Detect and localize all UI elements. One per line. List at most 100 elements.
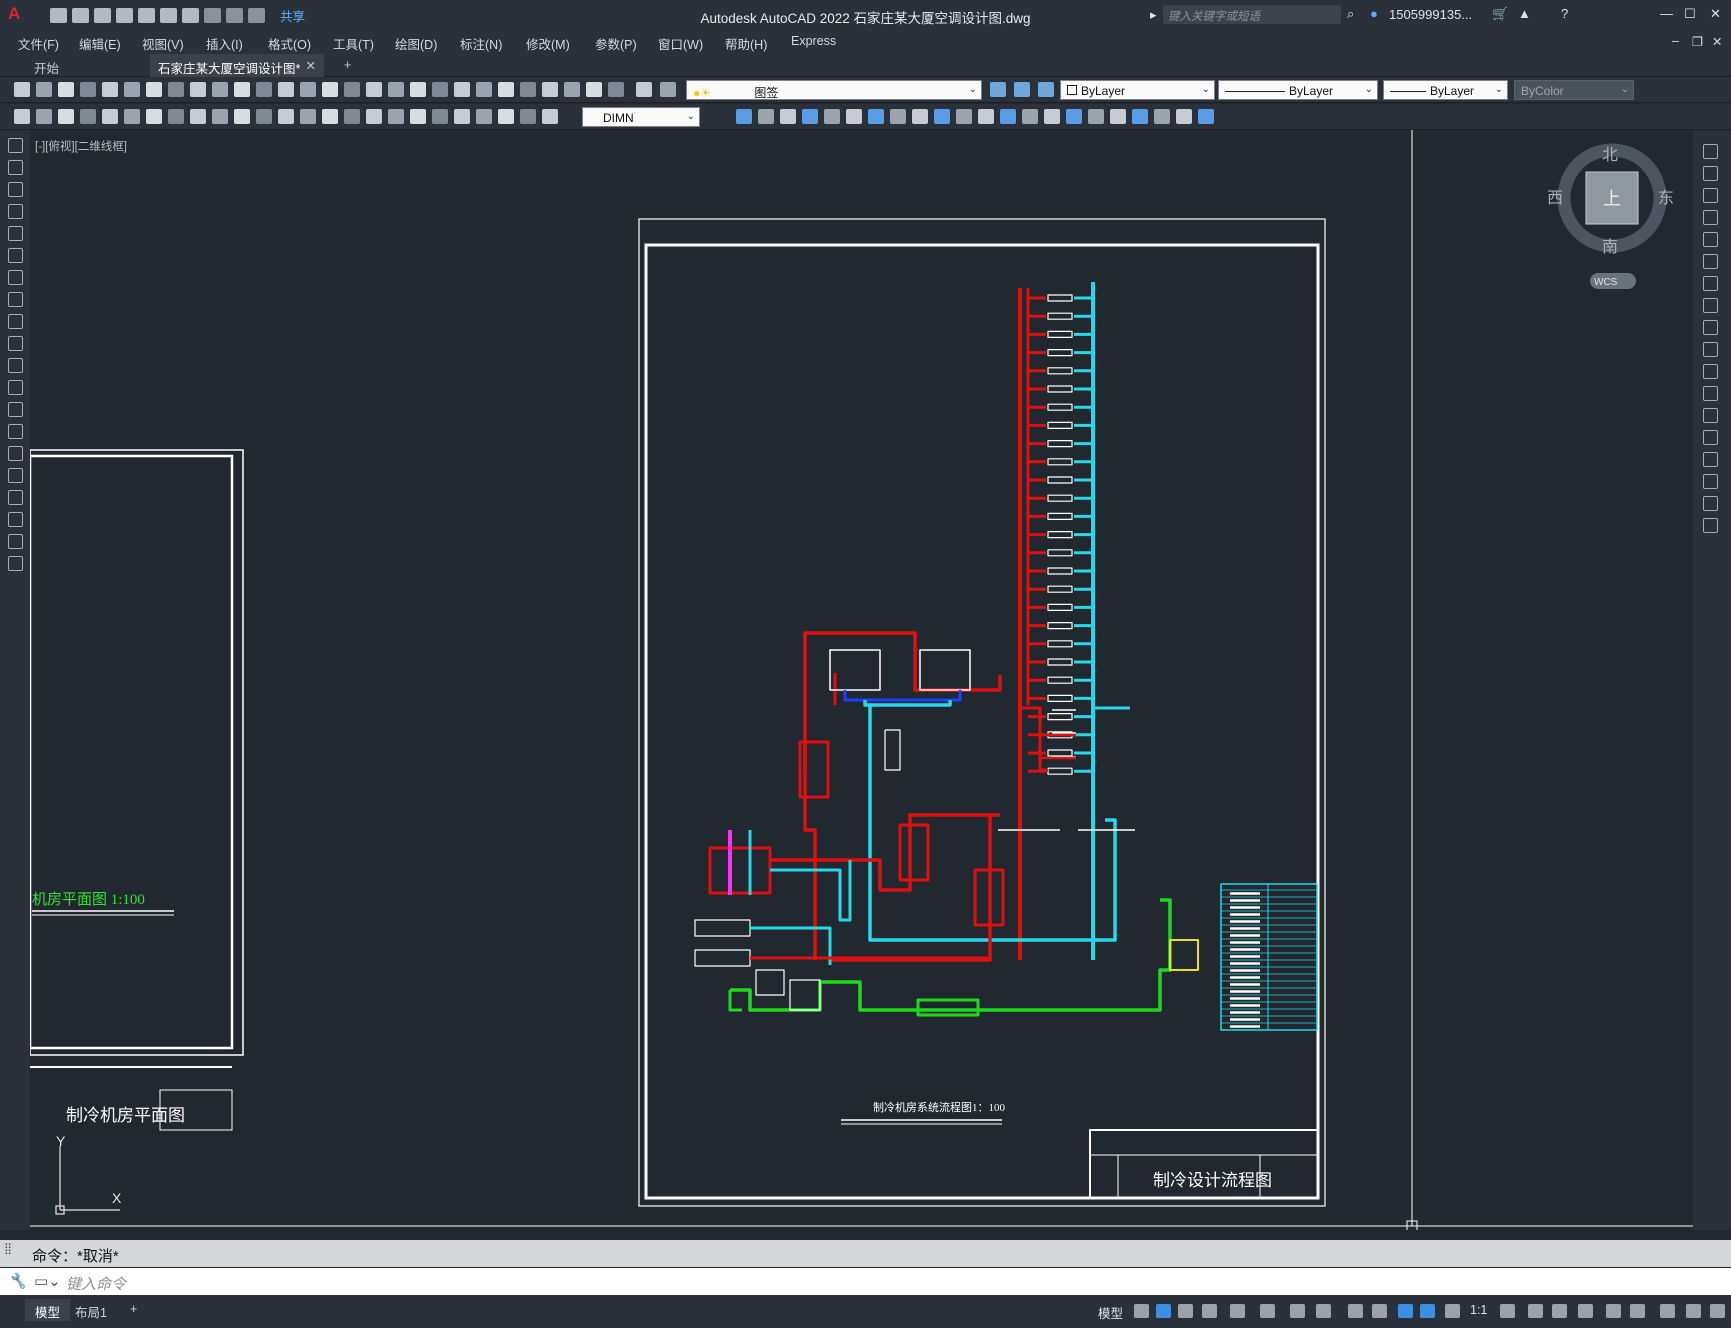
- command-input[interactable]: 键入命令: [66, 1273, 126, 1294]
- pan-icon[interactable]: [300, 82, 316, 97]
- attach-icon[interactable]: [1176, 109, 1192, 124]
- extend-icon[interactable]: [1703, 364, 1718, 379]
- doc-minimize-button[interactable]: –: [1672, 34, 1679, 48]
- menu-edit[interactable]: 编辑(E): [79, 34, 121, 53]
- offset-icon[interactable]: [1703, 210, 1718, 225]
- bring-above-icon[interactable]: [780, 109, 796, 124]
- copy-icon[interactable]: [168, 82, 184, 97]
- close-window-button[interactable]: ✕: [1710, 6, 1721, 22]
- fillet-icon[interactable]: [1703, 474, 1718, 489]
- drawing-canvas[interactable]: [-][俯视][二维线框] 机房平面图 1:100 制冷机房平面图 Y X 制冷…: [30, 130, 1693, 1230]
- customize-icon[interactable]: [1710, 1304, 1725, 1318]
- customize-command-icon[interactable]: 🔧: [8, 1272, 27, 1290]
- compass-north-label[interactable]: 北: [1602, 146, 1618, 164]
- open-icon[interactable]: [72, 7, 89, 23]
- tab-start[interactable]: 开始: [26, 54, 146, 77]
- point-icon[interactable]: [8, 424, 23, 439]
- dim-arc-icon[interactable]: [58, 109, 74, 124]
- menu-help[interactable]: 帮助(H): [725, 34, 767, 53]
- print-icon[interactable]: [182, 7, 199, 23]
- dim-edit-icon[interactable]: [388, 109, 404, 124]
- block-editor-icon[interactable]: [234, 82, 250, 97]
- dim-space-icon[interactable]: [256, 109, 272, 124]
- dim-baseline-icon[interactable]: [212, 109, 228, 124]
- dim-aligned-icon[interactable]: [476, 109, 492, 124]
- dim-arc-icon[interactable]: [498, 109, 514, 124]
- scale-icon[interactable]: [1703, 298, 1718, 313]
- plotstyle-dropdown[interactable]: ByColor ⌄: [1514, 80, 1634, 100]
- object-snap-tracking-icon[interactable]: [1316, 1304, 1331, 1318]
- break-at-point-icon[interactable]: [1703, 386, 1718, 401]
- dim-quick-icon[interactable]: [190, 109, 206, 124]
- rotate-icon[interactable]: [1703, 276, 1718, 291]
- object-snap-icon[interactable]: [1348, 1304, 1363, 1318]
- dim-ordinate-icon[interactable]: [520, 109, 536, 124]
- search-input[interactable]: 键入关键字或短语: [1163, 5, 1341, 24]
- publish-icon[interactable]: [124, 82, 140, 97]
- auto-scale-icon[interactable]: [1528, 1304, 1543, 1318]
- chamfer-icon[interactable]: [1088, 109, 1104, 124]
- match-properties-icon[interactable]: [212, 82, 228, 97]
- break-icon[interactable]: [1703, 408, 1718, 423]
- scale-icon[interactable]: [890, 109, 906, 124]
- explode-icon[interactable]: [1703, 518, 1718, 533]
- ellipse-icon[interactable]: [8, 336, 23, 351]
- jogged-linear-icon[interactable]: [366, 109, 382, 124]
- workspace-icon[interactable]: [1552, 1304, 1567, 1318]
- make-block-icon[interactable]: [8, 402, 23, 417]
- dim-update-icon[interactable]: [432, 109, 448, 124]
- region-icon[interactable]: [8, 490, 23, 505]
- print-icon[interactable]: [660, 82, 676, 97]
- export-icon[interactable]: [160, 7, 177, 23]
- print-icon[interactable]: [80, 82, 96, 97]
- rotate-icon[interactable]: [912, 109, 928, 124]
- chevron-right-icon[interactable]: ▸: [1150, 7, 1157, 23]
- table-icon[interactable]: [8, 512, 23, 527]
- markup-icon[interactable]: [476, 82, 492, 97]
- dim-text-edit-icon[interactable]: [410, 109, 426, 124]
- ellipse-arc-icon[interactable]: [8, 358, 23, 373]
- lineweight-dropdown[interactable]: ByLayer ⌄: [1383, 80, 1508, 100]
- color-dropdown[interactable]: ByLayer ⌄: [1060, 80, 1215, 100]
- dim-jogged-icon[interactable]: [124, 109, 140, 124]
- mirror-icon[interactable]: [978, 109, 994, 124]
- preview-icon[interactable]: [102, 82, 118, 97]
- recent-commands-icon[interactable]: ▭⌄: [34, 1272, 61, 1290]
- chamfer-icon[interactable]: [1703, 452, 1718, 467]
- stretch-icon[interactable]: [868, 109, 884, 124]
- zoom-window-icon[interactable]: [344, 82, 360, 97]
- layer-previous-icon[interactable]: [1038, 82, 1054, 97]
- annotation-scale-value[interactable]: 1:1: [1470, 1303, 1487, 1317]
- mirror-icon[interactable]: [1703, 188, 1718, 203]
- open-icon[interactable]: [36, 82, 52, 97]
- lock-ui-icon[interactable]: [1606, 1304, 1621, 1318]
- new-icon[interactable]: [14, 82, 30, 97]
- isodraft-icon[interactable]: [1290, 1304, 1305, 1318]
- menu-dimension[interactable]: 标注(N): [460, 34, 502, 53]
- menu-format[interactable]: 格式(O): [268, 34, 311, 53]
- layout-tab-layout1[interactable]: 布局1: [65, 1299, 117, 1321]
- move-icon[interactable]: [1703, 254, 1718, 269]
- annotation-icon[interactable]: [1578, 1304, 1593, 1318]
- circle-icon[interactable]: [8, 270, 23, 285]
- zoom-realtime-icon[interactable]: [322, 82, 338, 97]
- insert-block-icon[interactable]: [1154, 109, 1170, 124]
- trim-icon[interactable]: [1703, 342, 1718, 357]
- arc-icon[interactable]: [8, 248, 23, 263]
- send-back-icon[interactable]: [758, 109, 774, 124]
- wcs-label[interactable]: WCS: [1594, 277, 1618, 288]
- spline-icon[interactable]: [8, 314, 23, 329]
- user-name[interactable]: 1505999135...: [1389, 7, 1472, 22]
- dim-linear-icon[interactable]: [14, 109, 30, 124]
- multiline-text-icon[interactable]: [8, 534, 23, 549]
- search-icon[interactable]: ⌕: [1347, 6, 1354, 22]
- clean-screen-icon[interactable]: [1686, 1304, 1701, 1318]
- array-icon[interactable]: [934, 109, 950, 124]
- tool-palettes-icon[interactable]: [432, 82, 448, 97]
- erase-icon[interactable]: [1703, 144, 1718, 159]
- dim-diameter-icon[interactable]: [146, 109, 162, 124]
- new-icon[interactable]: [50, 7, 67, 23]
- blend-curves-icon[interactable]: [1703, 496, 1718, 511]
- compass-south-label[interactable]: 南: [1602, 238, 1618, 256]
- user-icon[interactable]: ●: [1370, 6, 1378, 21]
